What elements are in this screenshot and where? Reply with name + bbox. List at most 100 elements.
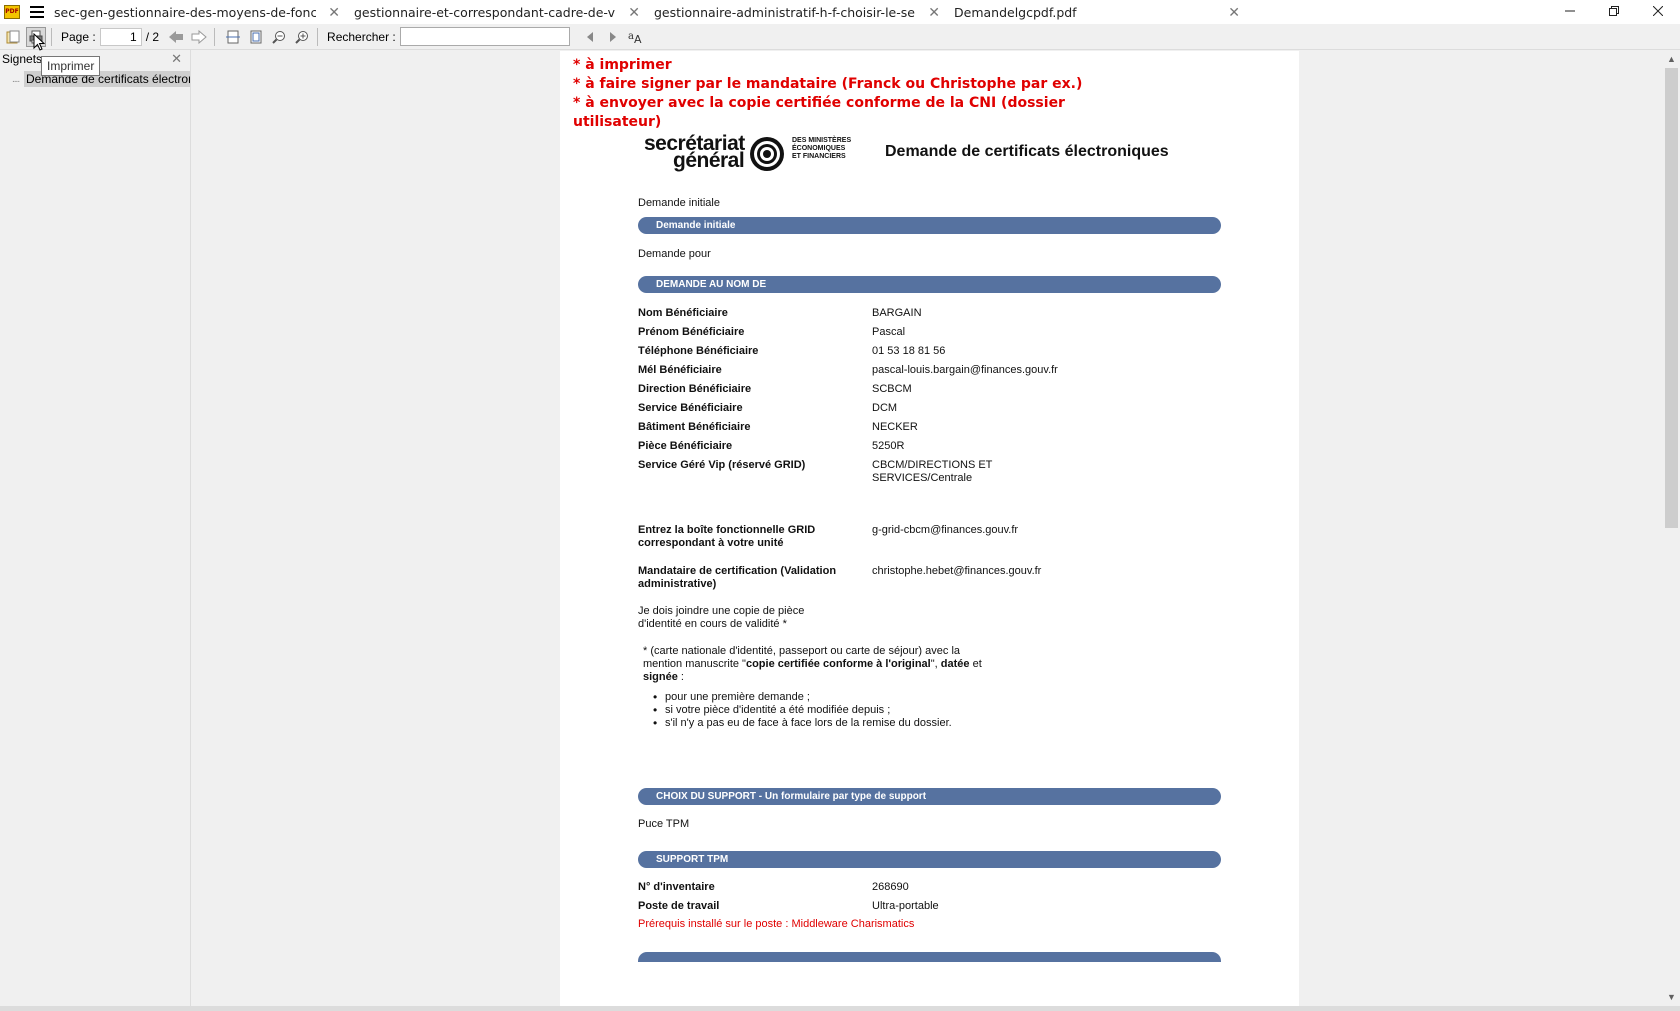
- list-item: pour une première demande ;: [653, 691, 952, 704]
- mouse-cursor-icon: [33, 33, 45, 51]
- svg-text:A: A: [634, 33, 642, 44]
- grid-label: Entrez la boîte fonctionnelle GRID: [638, 524, 816, 536]
- previous-page-icon[interactable]: [166, 27, 186, 47]
- annotation-note: utilisateur): [573, 114, 662, 130]
- restore-icon[interactable]: [1592, 0, 1636, 22]
- vertical-scrollbar[interactable]: ▲ ▼: [1663, 51, 1680, 1006]
- close-panel-icon[interactable]: ✕: [171, 51, 182, 67]
- field-value: DCM: [872, 402, 898, 414]
- grid-value: g-grid-cbcm@finances.gouv.fr: [872, 524, 1019, 536]
- piece-identite-text: d'identité en cours de validité *: [638, 618, 787, 630]
- close-tab-icon[interactable]: ✕: [928, 4, 940, 21]
- footnote-bold: copie certifiée conforme à l'original: [745, 658, 931, 670]
- field-value: pascal-louis.bargain@finances.gouv.fr: [872, 364, 1058, 376]
- field-label: N° d'inventaire: [638, 881, 715, 893]
- minimize-icon[interactable]: [1548, 0, 1592, 22]
- field-label: Service Géré Vip (réservé GRID): [638, 459, 806, 471]
- bookmarks-panel: Signets ✕ .... Demande de certificats él…: [0, 50, 191, 1011]
- field-value: 5250R: [872, 440, 905, 452]
- support-value: Puce TPM: [638, 818, 690, 830]
- toolbar: Page : / 2 Rechercher : a: [0, 24, 1680, 50]
- field-value: SCBCM: [872, 383, 912, 395]
- tab-label: gestionnaire-et-correspondant-cadre-de-v…: [354, 4, 616, 20]
- footnote-part: :: [677, 671, 684, 683]
- bookmarks-title: Signets: [2, 52, 43, 66]
- field-value: 01 53 18 81 56: [872, 345, 946, 357]
- field-value: CBCM/DIRECTIONS ET: [872, 459, 993, 471]
- list-item: s'il n'y a pas eu de face à face lors de…: [653, 717, 952, 730]
- pdf-page: * à imprimer * à faire signer par le man…: [560, 51, 1299, 1006]
- tab-label: Demandelgcpdf.pdf: [954, 4, 1077, 20]
- mandataire-label: administrative): [638, 578, 717, 590]
- document-viewer[interactable]: * à imprimer * à faire signer par le man…: [192, 51, 1663, 1006]
- tree-line: ....: [12, 73, 20, 85]
- scroll-down-icon[interactable]: ▼: [1663, 989, 1680, 1006]
- section-bar-partial: [638, 952, 1221, 962]
- annotation-note: * à envoyer avec la copie certifiée conf…: [573, 95, 1065, 111]
- field-label: Mél Bénéficiaire: [638, 364, 722, 376]
- close-tab-icon[interactable]: ✕: [1228, 4, 1240, 21]
- footnote-part: ",: [930, 658, 938, 670]
- logo-min-line: ET FINANCIERS: [792, 153, 846, 160]
- app-logo-icon: PDF: [4, 5, 20, 19]
- demande-type: Demande initiale: [638, 197, 720, 209]
- tab-label: sec-gen-gestionnaire-des-moyens-de-fonct…: [54, 4, 316, 20]
- annotation-note: * à faire signer par le mandataire (Fran…: [573, 76, 1083, 92]
- field-value: NECKER: [872, 421, 918, 433]
- field-label: Direction Bénéficiaire: [638, 383, 752, 395]
- field-value: 268690: [872, 881, 909, 893]
- find-next-icon[interactable]: [603, 27, 623, 47]
- field-label: Prénom Bénéficiaire: [638, 326, 745, 338]
- tab-2[interactable]: gestionnaire-et-correspondant-cadre-de-v…: [348, 0, 648, 24]
- field-value: Pascal: [872, 326, 906, 338]
- next-page-icon[interactable]: [189, 27, 209, 47]
- close-tab-icon[interactable]: ✕: [328, 4, 340, 21]
- zoom-out-icon[interactable]: [269, 27, 289, 47]
- tab-4-active[interactable]: Demandelgcpdf.pdf ✕: [948, 0, 1248, 24]
- bottom-border: [0, 1006, 1680, 1011]
- open-file-icon[interactable]: [3, 27, 23, 47]
- fit-page-icon[interactable]: [246, 27, 266, 47]
- hamburger-menu-icon[interactable]: [26, 2, 48, 22]
- tab-1[interactable]: sec-gen-gestionnaire-des-moyens-de-fonct…: [48, 0, 348, 24]
- pdf-viewer-window: PDF sec-gen-gestionnaire-des-moyens-de-f…: [0, 0, 1680, 1011]
- logo-ministeres: DES MINISTÈRES ÉCONOMIQUES ET FINANCIERS: [792, 137, 851, 161]
- field-label: Service Bénéficiaire: [638, 402, 743, 414]
- annotation-note: * à imprimer: [573, 57, 672, 73]
- close-tab-icon[interactable]: ✕: [628, 4, 640, 21]
- document-title: Demande de certificats électroniques: [885, 143, 1169, 160]
- fit-width-icon[interactable]: [223, 27, 243, 47]
- footnote-bold: datée: [940, 658, 970, 670]
- logo-text-line2: général: [673, 149, 745, 172]
- secretariat-general-logo: secrétariat général DES MINISTÈRES ÉCONO…: [644, 133, 874, 174]
- scroll-up-icon[interactable]: ▲: [1663, 51, 1680, 68]
- target-logo-icon: [750, 137, 784, 171]
- close-window-icon[interactable]: [1636, 0, 1680, 22]
- section-bar: Demande initiale: [638, 217, 1221, 234]
- scrollbar-thumb[interactable]: [1665, 68, 1678, 528]
- page-label: Page :: [61, 29, 96, 44]
- field-value: Ultra-portable: [872, 900, 939, 912]
- field-value: SERVICES/Centrale: [872, 472, 973, 484]
- footnote-text: mention manuscrite "copie certifiée conf…: [643, 658, 982, 671]
- tab-label: gestionnaire-administratif-h-f-choisir-l…: [654, 4, 916, 20]
- conditions-list: pour une première demande ; si votre piè…: [653, 691, 952, 730]
- find-previous-icon[interactable]: [580, 27, 600, 47]
- print-tooltip: Imprimer: [41, 56, 101, 76]
- mandataire-label: Mandataire de certification (Validation: [638, 565, 837, 577]
- section-bar: CHOIX DU SUPPORT - Un formulaire par typ…: [638, 788, 1221, 805]
- field-label: Nom Bénéficiaire: [638, 307, 728, 319]
- section-bar: SUPPORT TPM: [638, 851, 1221, 868]
- page-number-input[interactable]: [99, 27, 142, 46]
- field-label: Poste de travail: [638, 900, 720, 912]
- tab-3[interactable]: gestionnaire-administratif-h-f-choisir-l…: [648, 0, 948, 24]
- piece-identite-text: Je dois joindre une copie de pièce: [638, 605, 805, 617]
- toolbar-separator: [317, 27, 319, 46]
- field-label: Pièce Bénéficiaire: [638, 440, 733, 452]
- zoom-in-icon[interactable]: [292, 27, 312, 47]
- field-label: Bâtiment Bénéficiaire: [638, 421, 751, 433]
- footnote-text: * (carte nationale d'identité, passeport…: [643, 645, 961, 657]
- search-input[interactable]: [399, 27, 570, 46]
- match-case-icon[interactable]: aA: [626, 27, 646, 47]
- logo-min-line: ÉCONOMIQUES: [792, 145, 846, 152]
